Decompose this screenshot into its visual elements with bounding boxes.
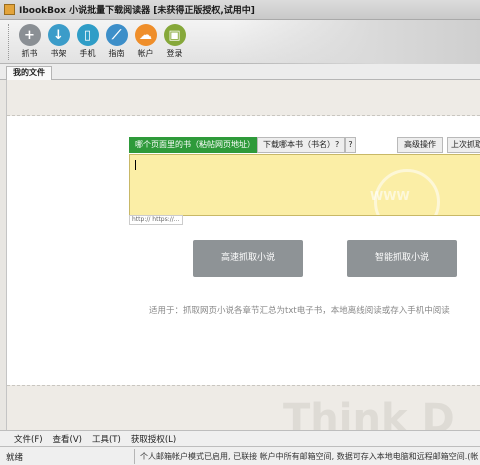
menu-view[interactable]: 查看(V) xyxy=(53,433,82,445)
phone-button[interactable]: ▯ 手机 xyxy=(73,20,102,62)
www-watermark: WWW xyxy=(370,189,410,203)
window-title: IbookBox 小说批量下载阅读器 [未获得正版授权,试用中] xyxy=(19,6,255,16)
menu-tools[interactable]: 工具(T) xyxy=(92,433,121,445)
advanced-button[interactable]: 高级操作 xyxy=(397,137,443,153)
bookshelf-label: 书架 xyxy=(50,49,67,58)
guide-button[interactable]: ⟋ 指南 xyxy=(102,20,131,62)
help-button[interactable]: ? xyxy=(345,137,356,153)
top-band xyxy=(7,80,480,116)
url-input[interactable]: WWW xyxy=(129,154,480,216)
tab-book-name[interactable]: 下载哪本书（书名）? xyxy=(257,137,346,153)
fast-grab-button[interactable]: 高速抓取小说 xyxy=(193,240,303,277)
grab-book-label: 抓书 xyxy=(21,49,38,58)
title-bar: IbookBox 小说批量下载阅读器 [未获得正版授权,试用中] xyxy=(0,0,480,20)
status-message: 个人邮箱帐户模式已启用, 已联接 帐户中所有邮箱空间, 数据可存入本地电脑和远程… xyxy=(140,452,479,461)
tab-my-files[interactable]: 我的文件 xyxy=(6,66,52,80)
main-panel: 哪个页面里的书（粘帖网页地址） 下载哪本书（书名）? ? 高级操作 上次抓取 W… xyxy=(6,80,480,430)
status-ready: 就绪 xyxy=(6,453,24,463)
bookshelf-button[interactable]: ↓ 书架 xyxy=(44,20,73,62)
lock-icon: ▣ xyxy=(163,24,186,46)
text-caret xyxy=(135,160,136,170)
plus-icon: + xyxy=(18,24,41,46)
account-label: 帐户 xyxy=(137,49,154,58)
toolbar: + 抓书 ↓ 书架 ▯ 手机 ⟋ 指南 ☁ 帐户 ▣ 登录 xyxy=(0,20,480,64)
usage-hint: 适用于：抓取网页小说各章节汇总为txt电子书，本地离线阅读或存入手机中阅读 xyxy=(149,306,450,316)
guide-label: 指南 xyxy=(108,49,125,58)
download-icon: ↓ xyxy=(47,24,70,46)
phone-label: 手机 xyxy=(79,49,96,58)
app-icon xyxy=(4,4,15,15)
chart-icon: ⟋ xyxy=(105,24,128,46)
menu-bar: 文件(F) 查看(V) 工具(T) 获取授权(L) xyxy=(0,430,480,446)
menu-file[interactable]: 文件(F) xyxy=(14,433,43,445)
toolbar-grip[interactable] xyxy=(8,24,11,60)
tab-strip: 我的文件 xyxy=(0,64,480,80)
login-button[interactable]: ▣ 登录 xyxy=(160,20,189,62)
grab-book-button[interactable]: + 抓书 xyxy=(15,20,44,62)
smart-grab-button[interactable]: 智能抓取小说 xyxy=(347,240,457,277)
bottom-band: Think D xyxy=(7,385,480,430)
menu-license[interactable]: 获取授权(L) xyxy=(131,433,176,445)
brand-watermark: Think D xyxy=(283,396,455,430)
status-bar: 就绪 个人邮箱帐户模式已启用, 已联接 帐户中所有邮箱空间, 数据可存入本地电脑… xyxy=(0,446,480,465)
account-button[interactable]: ☁ 帐户 xyxy=(131,20,160,62)
cloud-icon: ☁ xyxy=(134,24,157,46)
last-grab-button[interactable]: 上次抓取 xyxy=(447,137,480,153)
phone-icon: ▯ xyxy=(76,24,99,46)
status-divider xyxy=(134,449,135,464)
login-label: 登录 xyxy=(166,49,183,58)
url-hint: http:// https://... xyxy=(129,215,183,225)
tab-page-url[interactable]: 哪个页面里的书（粘帖网页地址） xyxy=(129,137,261,153)
toolbar-banner xyxy=(230,20,480,64)
